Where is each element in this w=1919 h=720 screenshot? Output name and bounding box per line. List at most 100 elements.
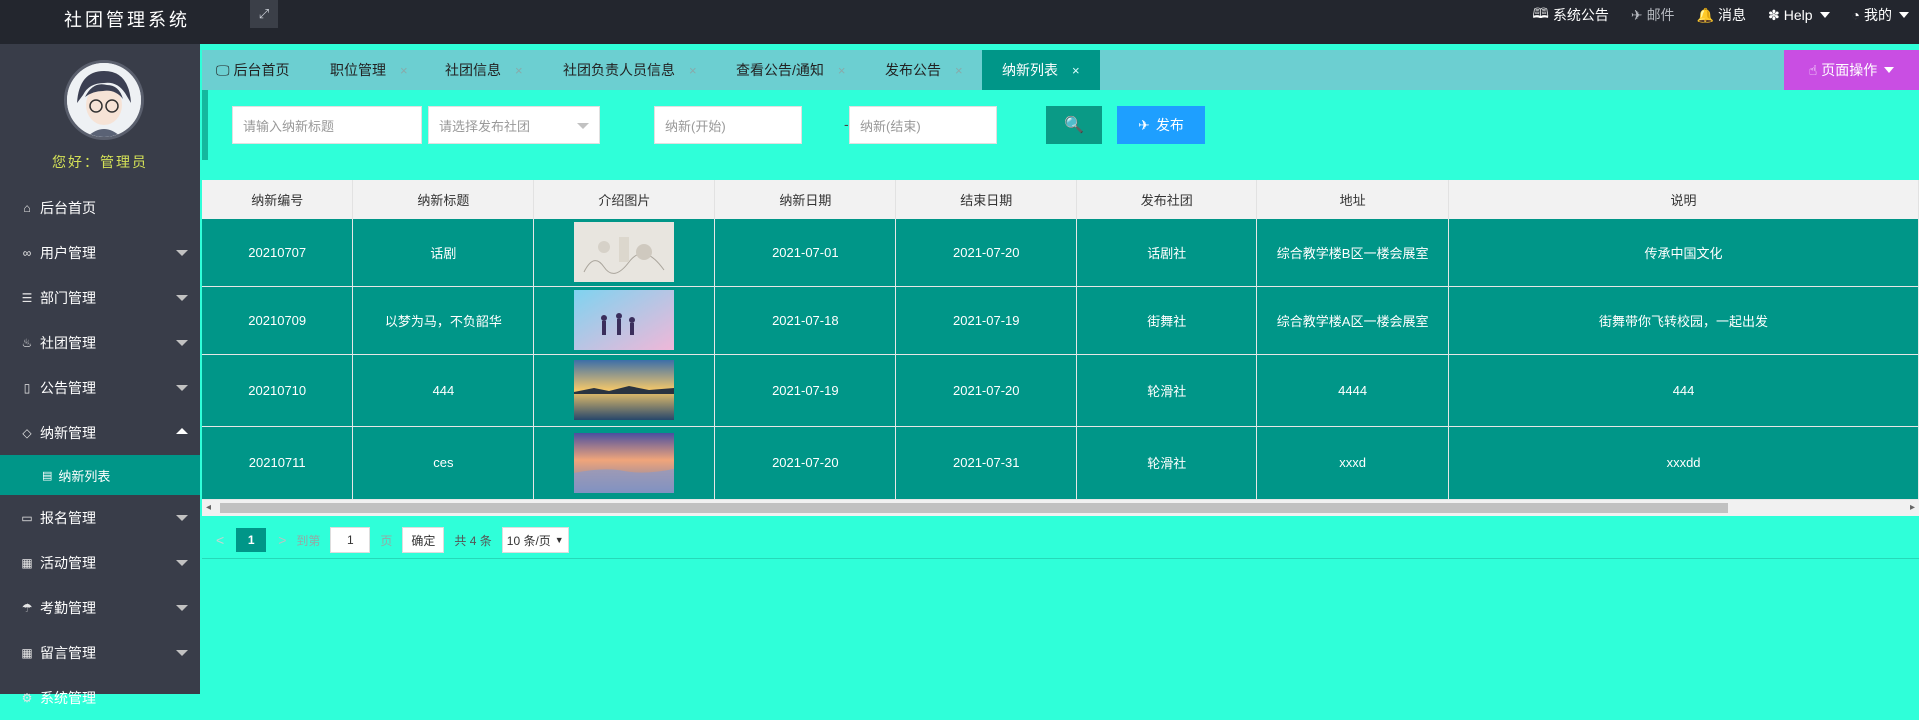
scroll-right-icon[interactable]: ▸	[1910, 502, 1915, 513]
sidebar-item-system[interactable]: ⚙ 系统管理	[0, 675, 200, 720]
card-icon: ▭	[21, 510, 33, 525]
chevron-down-icon: ▼	[554, 535, 564, 545]
recruitment-table: 纳新编号 纳新标题 介绍图片 纳新日期 结束日期 发布社团 地址 说明 2021…	[202, 180, 1919, 500]
tab-label: 社团负责人员信息	[563, 62, 675, 78]
chevron-down-icon	[1819, 12, 1830, 18]
tab-positions[interactable]: 职位管理 ×	[330, 50, 408, 90]
tab-recruitment-list[interactable]: 纳新列表 ×	[982, 50, 1100, 90]
tab-club-leaders[interactable]: 社团负责人员信息 ×	[563, 50, 697, 90]
cell-title: 以梦为马，不负韶华	[352, 286, 535, 355]
close-icon[interactable]: ×	[515, 63, 523, 78]
next-page-icon[interactable]: >	[278, 532, 286, 548]
sidebar-item-label: 社团管理	[40, 334, 96, 351]
publish-button[interactable]: ✈ 发布	[1117, 106, 1205, 144]
close-icon[interactable]: ×	[955, 63, 963, 78]
cell-image[interactable]	[533, 219, 716, 287]
start-date-input[interactable]: 纳新(开始)	[654, 106, 802, 144]
sidebar-item-clubs[interactable]: ♨ 社团管理	[0, 320, 200, 365]
mail-link[interactable]: ✈ 邮件	[1631, 5, 1675, 25]
chevron-down-icon	[577, 123, 589, 129]
start-placeholder: 纳新(开始)	[665, 118, 726, 134]
top-bar: 社团管理系统 ⤢ 🕮 系统公告 ✈ 邮件 🔔 消息 ✽ Help ◔ 我的	[0, 0, 1919, 44]
sidebar-item-announcements[interactable]: ▯ 公告管理	[0, 365, 200, 410]
tab-home[interactable]: 🖵 后台首页	[216, 50, 290, 90]
announcement-label: 系统公告	[1552, 7, 1609, 23]
close-icon[interactable]: ×	[400, 63, 408, 78]
column-header[interactable]: 纳新标题	[352, 180, 535, 219]
page-number-input[interactable]: 1	[330, 527, 371, 553]
diamond-icon: ◇	[22, 425, 32, 440]
chevron-down-icon	[176, 250, 188, 256]
sidebar-item-home[interactable]: ⌂ 后台首页	[0, 185, 200, 230]
cell-image[interactable]	[533, 286, 716, 355]
column-header[interactable]: 纳新日期	[714, 180, 897, 219]
gear-icon: ✽	[1768, 6, 1780, 23]
close-icon[interactable]: ×	[689, 63, 697, 78]
column-header[interactable]: 说明	[1448, 180, 1919, 219]
title-search-input[interactable]: 请输入纳新标题	[232, 106, 422, 144]
sidebar-item-departments[interactable]: ☰ 部门管理	[0, 275, 200, 320]
cell-id: 20210711	[202, 426, 354, 500]
confirm-page-button[interactable]: 确定	[402, 527, 445, 553]
tab-club-info[interactable]: 社团信息 ×	[445, 50, 523, 90]
page-unit-label: 页	[380, 533, 393, 548]
column-header[interactable]: 结束日期	[895, 180, 1078, 219]
horizontal-scrollbar[interactable]: ◂ ▸	[202, 500, 1919, 516]
sidebar-item-label: 留言管理	[40, 644, 96, 661]
fullscreen-icon[interactable]: ⤢	[250, 0, 278, 28]
sidebar-item-registration[interactable]: ▭ 报名管理	[0, 495, 200, 540]
close-icon[interactable]: ×	[838, 63, 846, 78]
tab-publish-announcement[interactable]: 发布公告 ×	[885, 50, 963, 90]
tab-label: 纳新列表	[1002, 62, 1058, 78]
page-operations-button[interactable]: ☝ 页面操作	[1784, 50, 1919, 90]
tab-view-announcements[interactable]: 查看公告/通知 ×	[736, 50, 845, 90]
cell-description: 444	[1448, 354, 1919, 427]
table-row[interactable]: 20210711 ces 2021-07-20 2021-07-31 轮滑社 x…	[202, 426, 1919, 500]
current-page[interactable]: 1	[236, 528, 267, 552]
search-button[interactable]: 🔍	[1046, 106, 1102, 144]
paper-plane-icon: ✈	[1138, 116, 1150, 133]
intro-image[interactable]	[574, 360, 675, 420]
announcement-link[interactable]: 🕮 系统公告	[1532, 3, 1609, 27]
column-header[interactable]: 介绍图片	[533, 180, 716, 219]
scroll-left-icon[interactable]: ◂	[206, 502, 211, 513]
message-link[interactable]: 🔔 消息	[1697, 5, 1746, 25]
intro-image[interactable]	[574, 432, 675, 493]
sidebar-item-users[interactable]: ∞ 用户管理	[0, 230, 200, 275]
sidebar-item-activities[interactable]: ▦ 活动管理	[0, 540, 200, 585]
close-icon[interactable]: ×	[1072, 63, 1080, 78]
title-placeholder: 请输入纳新标题	[243, 118, 335, 134]
column-header[interactable]: 发布社团	[1076, 180, 1258, 219]
cell-end-date: 2021-07-31	[895, 426, 1078, 500]
sidebar-item-messages[interactable]: ▦ 留言管理	[0, 630, 200, 675]
cell-image[interactable]	[533, 426, 716, 500]
paper-plane-icon: ✈	[1630, 6, 1643, 23]
home-icon: ⌂	[23, 200, 31, 215]
sidebar-item-recruitment[interactable]: ◇ 纳新管理	[0, 410, 200, 455]
page-size-select[interactable]: 10 条/页 ▼	[501, 527, 569, 553]
cell-address: xxxd	[1256, 426, 1450, 500]
cell-end-date: 2021-07-20	[895, 354, 1078, 427]
intro-image[interactable]	[574, 290, 675, 350]
sidebar-item-attendance[interactable]: ☂ 考勤管理	[0, 585, 200, 630]
club-select[interactable]: 请选择发布社团	[428, 106, 600, 144]
table-row[interactable]: 20210710 444 2021-07-19 2021-07-20 轮滑社 4…	[202, 354, 1919, 427]
cell-start-date: 2021-07-20	[714, 426, 897, 500]
page-operations-label: 页面操作	[1821, 62, 1878, 78]
prev-page-icon[interactable]: <	[216, 532, 224, 548]
scrollbar-thumb[interactable]	[220, 503, 1728, 513]
column-header[interactable]: 地址	[1256, 180, 1450, 219]
table-row[interactable]: 20210707 话剧 2021-07-01 2021-07-20 话剧社 综合…	[202, 219, 1919, 287]
sidebar-item-label: 纳新列表	[58, 468, 111, 484]
chevron-down-icon	[176, 295, 188, 301]
column-header[interactable]: 纳新编号	[202, 180, 354, 219]
cell-image[interactable]	[533, 354, 716, 427]
end-date-input[interactable]: 纳新(结束)	[849, 106, 997, 144]
intro-image[interactable]	[574, 222, 675, 283]
table-row[interactable]: 20210709 以梦为马，不负韶华 2021-07-18 2021-07-19…	[202, 286, 1919, 355]
mine-menu[interactable]: ◔ 我的	[1852, 5, 1909, 25]
cell-club: 街舞社	[1076, 286, 1258, 355]
dashboard-icon: ◔	[1851, 7, 1860, 23]
sidebar-subitem-recruitment-list[interactable]: ▤ 纳新列表	[0, 455, 200, 495]
help-menu[interactable]: ✽ Help	[1768, 7, 1830, 24]
